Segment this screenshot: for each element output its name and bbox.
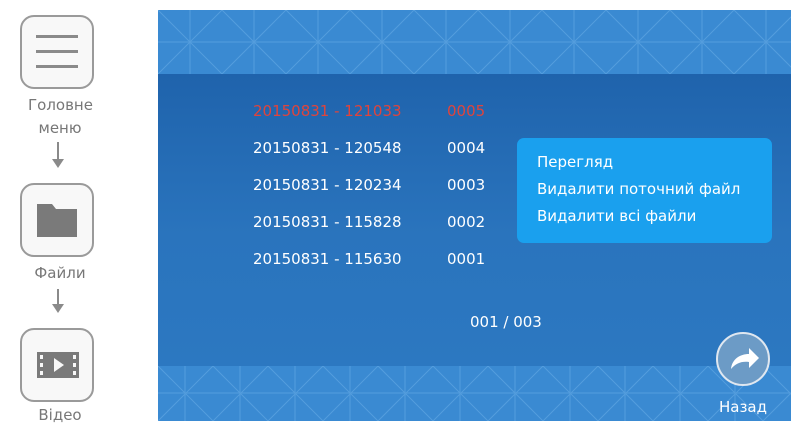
back-label: Назад [718,398,767,416]
back-arrow-icon [731,348,759,369]
record-datetime: 20150831 - 115828 [253,213,402,231]
step-video-button[interactable] [20,328,94,402]
page-indicator: 001 / 003 [470,313,542,331]
step-main-menu-button[interactable] [20,15,94,89]
folder-icon [37,204,77,237]
record-datetime: 20150831 - 120548 [253,139,402,157]
record-number: 0003 [447,176,486,194]
record-datetime: 20150831 - 120234 [253,176,402,194]
record-row-selected[interactable]: 20150831 - 121033 0005 [253,102,513,139]
record-row[interactable]: 20150831 - 120548 0004 [253,139,513,176]
step-arrow-icon [52,289,64,313]
record-number: 0004 [447,139,486,157]
record-row[interactable]: 20150831 - 115828 0002 [253,213,513,250]
file-context-menu: Перегляд Видалити поточний файл Видалити… [517,138,772,243]
bottom-pattern-band [158,366,791,421]
record-datetime: 20150831 - 115630 [253,250,402,268]
top-pattern-band [158,10,791,74]
back-button[interactable]: Назад [712,330,774,418]
record-number: 0001 [447,250,486,268]
device-screen: 20150831 - 121033 0005 20150831 - 120548… [158,10,791,421]
menu-item-delete-all[interactable]: Видалити всі файли [537,203,772,230]
record-number: 0002 [447,213,486,231]
record-number: 0005 [447,102,486,120]
record-row[interactable]: 20150831 - 120234 0003 [253,176,513,213]
video-icon [37,352,79,378]
instruction-steps: Головне меню Файли Відео [0,0,120,424]
step-video-label: Відео [38,406,82,424]
menu-item-view[interactable]: Перегляд [537,149,772,176]
step-files-button[interactable] [20,183,94,257]
back-circle [716,332,770,386]
step-files-label: Файли [34,264,86,282]
menu-item-delete-current[interactable]: Видалити поточний файл [537,176,772,203]
record-list: 20150831 - 121033 0005 20150831 - 120548… [253,102,513,287]
step-main-menu-label: Головне меню [28,96,93,137]
record-row[interactable]: 20150831 - 115630 0001 [253,250,513,287]
step-arrow-icon [52,142,64,168]
menu-icon [36,35,78,68]
record-datetime: 20150831 - 121033 [253,102,402,120]
